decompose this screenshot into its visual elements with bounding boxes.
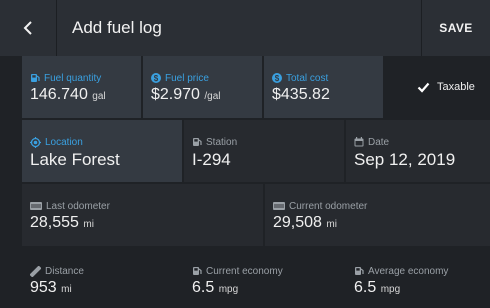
taxable-label: Taxable (437, 81, 475, 93)
average-economy-field: Average economy 6.5 mpg (346, 249, 490, 308)
fuel-price-field[interactable]: $ Fuel price $2.970 /gal (143, 56, 262, 118)
total-cost-value: $435.82 (272, 86, 330, 103)
last-odometer-label: Last odometer (46, 200, 110, 212)
last-odometer-unit: mi (83, 219, 94, 230)
app-bar: Add fuel log SAVE (0, 0, 490, 56)
date-value: Sep 12, 2019 (354, 150, 456, 169)
current-economy-value: 6.5 (192, 279, 215, 296)
average-economy-value: 6.5 (354, 279, 377, 296)
distance-field: Distance 953 mi (22, 249, 182, 308)
page-title: Add fuel log (72, 18, 162, 37)
location-target-icon (30, 136, 41, 148)
fuel-quantity-label: Fuel quantity (44, 72, 102, 84)
odometer-icon (30, 202, 42, 210)
current-economy-label: Current economy (206, 265, 283, 277)
total-cost-field[interactable]: $ Total cost $435.82 (264, 56, 383, 118)
distance-label: Distance (45, 265, 84, 277)
current-odometer-field[interactable]: Current odometer 29,508 mi (265, 184, 490, 246)
svg-text:$: $ (154, 74, 159, 83)
location-label: Location (45, 136, 83, 148)
date-label: Date (368, 136, 390, 148)
station-value: I-294 (192, 150, 231, 169)
save-button[interactable]: SAVE (421, 0, 490, 56)
checkbox-checked-icon[interactable] (416, 80, 430, 94)
average-economy-unit: mpg (380, 284, 401, 295)
taxable-checkbox[interactable]: Taxable (416, 80, 475, 94)
fuel-price-value: $2.970 (151, 86, 200, 103)
back-arrow-icon (23, 21, 32, 35)
current-odometer-value: 29,508 (273, 214, 322, 231)
current-economy-unit: mpg (218, 284, 239, 295)
fuel-quantity-value: 146.740 (30, 86, 88, 103)
distance-value: 953 (30, 279, 57, 296)
average-economy-label: Average economy (368, 265, 449, 277)
station-field[interactable]: Station I-294 (184, 120, 344, 182)
current-odometer-unit: mi (326, 219, 337, 230)
total-cost-label: Total cost (286, 72, 329, 84)
ruler-icon (30, 265, 41, 277)
date-field[interactable]: Date Sep 12, 2019 (346, 120, 490, 182)
fuel-quantity-field[interactable]: Fuel quantity 146.740 gal (22, 56, 141, 118)
svg-text:$: $ (275, 74, 280, 83)
fuel-pump-icon (355, 267, 364, 275)
station-label: Station (206, 136, 238, 148)
back-button[interactable] (0, 0, 57, 56)
last-odometer-value: 28,555 (30, 214, 79, 231)
dollar-icon: $ (272, 73, 282, 83)
fuel-pump-icon (31, 74, 40, 82)
fuel-price-label: Fuel price (165, 72, 209, 84)
fuel-price-unit: /gal (204, 91, 221, 102)
last-odometer-field[interactable]: Last odometer 28,555 mi (22, 184, 263, 246)
location-field[interactable]: Location Lake Forest (22, 120, 182, 182)
location-value: Lake Forest (30, 150, 120, 169)
odometer-icon (273, 202, 285, 210)
calendar-icon (354, 137, 364, 147)
distance-unit: mi (61, 284, 72, 295)
dollar-icon: $ (151, 73, 161, 83)
current-odometer-label: Current odometer (289, 200, 368, 212)
fuel-pump-icon (193, 267, 202, 275)
current-economy-field: Current economy 6.5 mpg (184, 249, 344, 308)
fuel-quantity-unit: gal (92, 91, 106, 102)
station-pump-icon (193, 138, 202, 146)
